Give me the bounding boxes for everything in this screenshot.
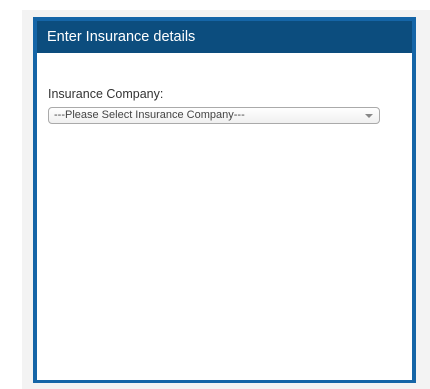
panel-body: Insurance Company: ---Please Select Insu… xyxy=(37,53,412,124)
insurance-details-panel: Enter Insurance details Insurance Compan… xyxy=(33,17,416,383)
insurance-company-selected-value: ---Please Select Insurance Company--- xyxy=(54,109,245,121)
insurance-company-select[interactable]: ---Please Select Insurance Company--- xyxy=(48,107,380,124)
panel-title: Enter Insurance details xyxy=(47,29,196,45)
chevron-down-icon[interactable] xyxy=(365,114,373,118)
panel-header: Enter Insurance details xyxy=(37,21,412,53)
insurance-company-label: Insurance Company: xyxy=(48,87,164,101)
